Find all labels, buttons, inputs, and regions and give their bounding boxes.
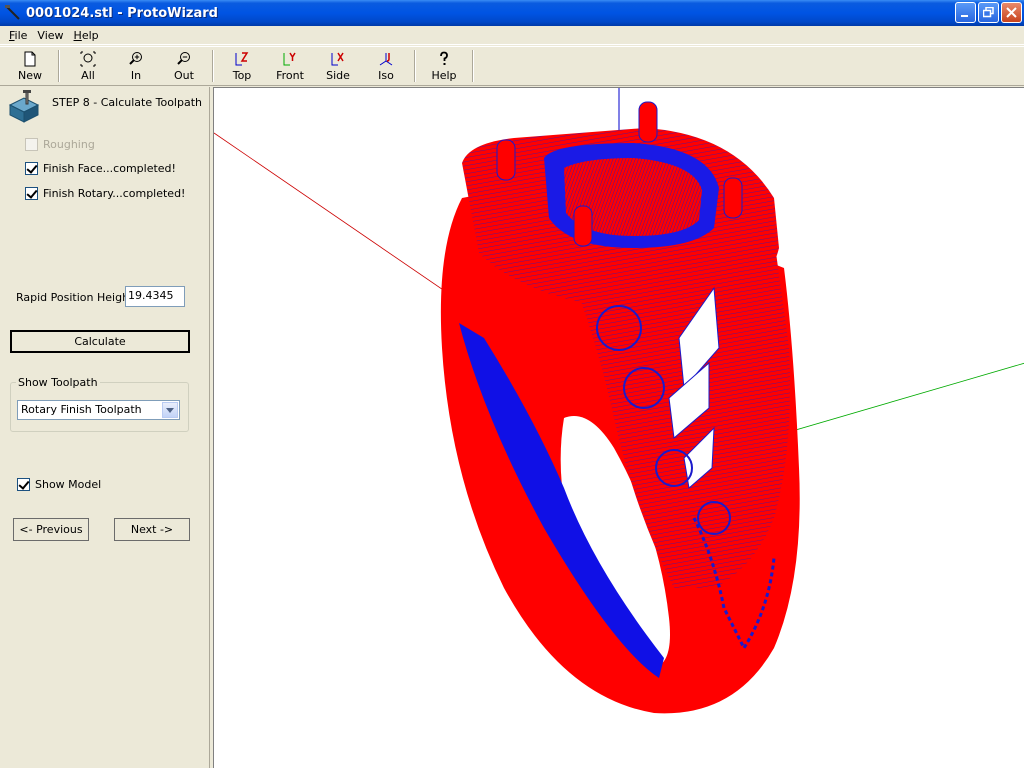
menu-help[interactable]: Help	[69, 29, 104, 42]
prong	[573, 205, 593, 247]
zoom-out-icon	[177, 52, 190, 65]
restore-button[interactable]	[978, 2, 999, 23]
view-top-button[interactable]: Top	[218, 47, 266, 85]
help-label: Help	[431, 69, 457, 82]
previous-button[interactable]: <- Previous	[13, 518, 89, 541]
next-button[interactable]: Next ->	[114, 518, 190, 541]
toolbar-separator	[58, 50, 60, 82]
roughing-check-box[interactable]	[25, 138, 38, 151]
show-toolpath-label: Show Toolpath	[16, 376, 100, 389]
help-button[interactable]: Help	[420, 47, 468, 85]
show-model-check-box[interactable]	[17, 478, 30, 491]
minimize-icon	[961, 15, 968, 17]
close-icon	[1006, 7, 1017, 18]
toolpath-block-icon	[8, 90, 40, 123]
show-model-checkbox[interactable]: Show Model	[17, 478, 101, 491]
zoom-in-button[interactable]: In	[112, 47, 160, 85]
show-toolpath-select[interactable]: Rotary Finish Toolpath	[17, 400, 180, 420]
restore-icon	[983, 7, 994, 18]
prong	[723, 177, 743, 219]
toolbar-separator	[212, 50, 214, 82]
title-bar: 0001024.stl - ProtoWizard	[0, 0, 1024, 26]
zoom-all-icon	[80, 51, 96, 67]
window-title: 0001024.stl - ProtoWizard	[26, 5, 218, 21]
zoom-out-button[interactable]: Out	[160, 47, 208, 85]
toolbar-separator	[414, 50, 416, 82]
finish-face-check-box[interactable]	[25, 162, 38, 175]
finish-face-label: Finish Face...completed!	[43, 162, 176, 175]
wizard-panel: STEP 8 - Calculate Toolpath Roughing Fin…	[0, 87, 210, 768]
zoom-all-button[interactable]: All	[64, 47, 112, 85]
toolbar-separator	[472, 50, 474, 82]
rapid-position-height-input[interactable]: 19.4345	[125, 286, 185, 307]
finish-rotary-check-box[interactable]	[25, 187, 38, 200]
front-label: Front	[276, 69, 304, 82]
new-button[interactable]: New	[6, 47, 54, 85]
menu-view[interactable]: View	[32, 29, 68, 42]
minimize-button[interactable]	[955, 2, 976, 23]
view-front-icon	[283, 52, 296, 66]
close-button[interactable]	[1001, 2, 1022, 23]
prong	[496, 139, 516, 181]
iso-label: Iso	[378, 69, 394, 82]
out-label: Out	[174, 69, 194, 82]
help-icon	[440, 51, 448, 65]
top-label: Top	[232, 69, 252, 82]
show-model-label: Show Model	[35, 478, 102, 491]
rapid-position-height-label: Rapid Position Height:	[16, 291, 138, 304]
finish-rotary-checkbox[interactable]: Finish Rotary...completed!	[25, 187, 185, 200]
menu-bar: File View Help	[0, 26, 1024, 45]
side-label: Side	[326, 69, 350, 82]
view-top-icon	[235, 52, 249, 66]
view-iso-icon	[379, 53, 393, 66]
finish-rotary-label: Finish Rotary...completed!	[43, 187, 186, 200]
roughing-label: Roughing	[43, 138, 95, 151]
view-front-button[interactable]: Front	[266, 47, 314, 85]
show-toolpath-value: Rotary Finish Toolpath	[21, 403, 142, 416]
view-side-button[interactable]: Side	[314, 47, 362, 85]
step-header	[6, 89, 42, 125]
in-label: In	[130, 69, 142, 82]
3d-viewport[interactable]	[213, 87, 1024, 768]
prong	[638, 101, 658, 143]
new-label: New	[18, 69, 42, 82]
step-title: STEP 8 - Calculate Toolpath	[52, 96, 202, 109]
calculate-button[interactable]: Calculate	[10, 330, 190, 353]
all-label: All	[81, 69, 95, 82]
new-document-icon	[24, 51, 36, 67]
toolbar: New All In Out Top Front Side Iso Help	[0, 46, 1024, 86]
view-iso-button[interactable]: Iso	[362, 47, 410, 85]
finish-face-checkbox[interactable]: Finish Face...completed!	[25, 162, 176, 175]
app-icon[interactable]	[4, 4, 22, 22]
view-side-icon	[331, 52, 344, 66]
zoom-in-icon	[129, 52, 142, 65]
chevron-down-icon[interactable]	[162, 402, 178, 418]
menu-file[interactable]: File	[4, 29, 32, 42]
roughing-checkbox[interactable]: Roughing	[25, 138, 95, 151]
ring-toolpath-render	[214, 88, 1024, 714]
